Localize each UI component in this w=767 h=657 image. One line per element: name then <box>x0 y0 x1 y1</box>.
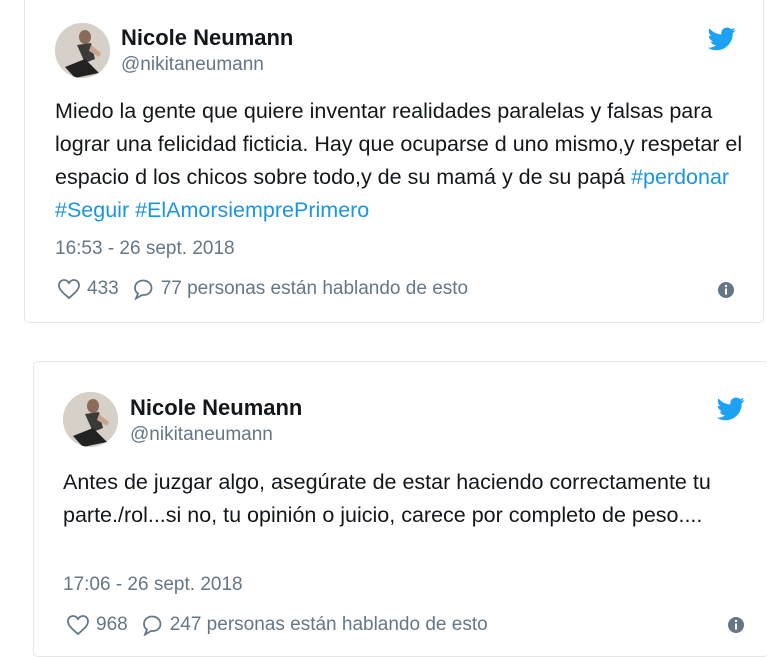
info-icon[interactable] <box>727 616 745 634</box>
speech-bubble-icon <box>142 615 162 636</box>
tweet-actions: 433 77 personas están hablando de esto <box>57 278 468 300</box>
avatar[interactable] <box>63 392 118 447</box>
heart-icon <box>58 279 80 300</box>
author-name[interactable]: Nicole Neumann <box>121 25 293 51</box>
tweet-card[interactable]: Nicole Neumann @nikitaneumann Miedo la g… <box>24 0 764 323</box>
conversation-count: 77 personas están hablando de esto <box>160 278 469 299</box>
heart-icon <box>67 615 89 636</box>
hashtag-link[interactable]: #perdonar <box>631 165 729 189</box>
info-icon[interactable] <box>717 281 735 299</box>
tweet-actions: 968 247 personas están hablando de esto <box>66 614 488 636</box>
speech-bubble-icon <box>133 279 153 300</box>
conversation-count: 247 personas están hablando de esto <box>169 614 488 635</box>
like-count: 968 <box>96 614 128 635</box>
like-count: 433 <box>87 278 119 299</box>
tweet-card[interactable]: Nicole Neumann @nikitaneumann Antes de j… <box>33 361 767 657</box>
hashtag-link[interactable]: #ElAmorsiemprePrimero <box>135 198 369 222</box>
twitter-bird-icon[interactable] <box>717 397 745 421</box>
author-handle[interactable]: @nikitaneumann <box>130 424 273 446</box>
reply-button[interactable]: 77 personas están hablando de esto <box>131 278 468 300</box>
like-button[interactable]: 968 <box>66 614 128 636</box>
hashtag-link[interactable]: #Seguir <box>55 198 129 222</box>
tweet-text: Miedo la gente que quiere inventar reali… <box>55 95 755 227</box>
tweet-text: Antes de juzgar algo, asegúrate de estar… <box>63 470 711 527</box>
author-handle[interactable]: @nikitaneumann <box>121 54 264 76</box>
author-name[interactable]: Nicole Neumann <box>130 395 302 421</box>
tweet-timestamp[interactable]: 16:53 - 26 sept. 2018 <box>55 238 235 260</box>
avatar[interactable] <box>55 23 110 78</box>
twitter-bird-icon[interactable] <box>708 27 736 51</box>
reply-button[interactable]: 247 personas están hablando de esto <box>140 614 488 636</box>
tweet-timestamp[interactable]: 17:06 - 26 sept. 2018 <box>63 574 243 596</box>
like-button[interactable]: 433 <box>57 278 119 300</box>
